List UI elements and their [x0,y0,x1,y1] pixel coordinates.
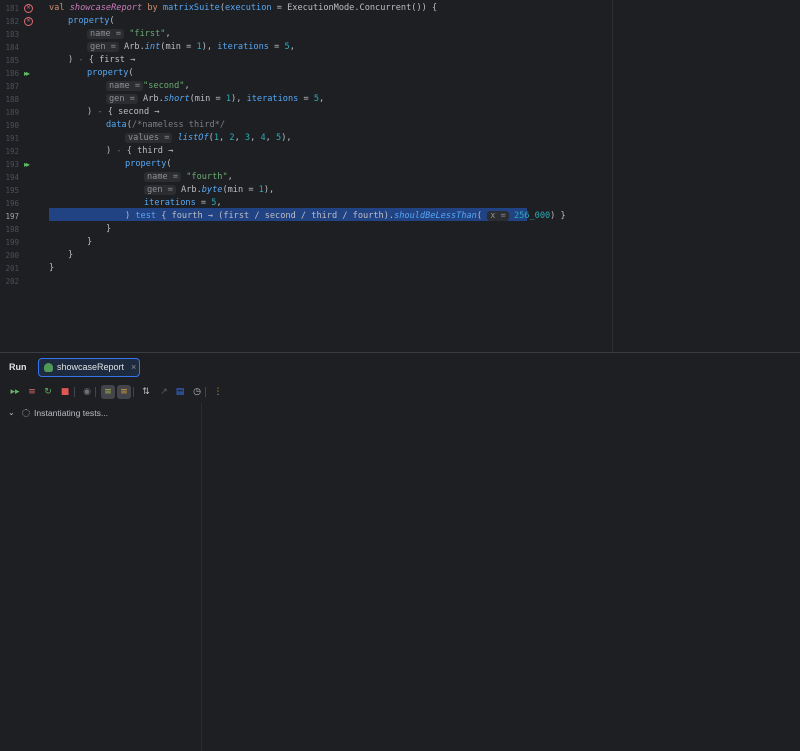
line-number: 198 [5,225,19,234]
code-line-183: name = "first", [87,28,171,41]
param-hint-gen: gen = [144,185,176,195]
line-number: 197 [5,212,19,221]
import-tests-icon[interactable]: ↗ [157,385,171,399]
run-tool-window: Run showcaseReport × ▸▸ ≡ ↻ ■ ◉ ≡ ≡ ⇅ ↗ ▤ ◷ ⋮ ⌄ Ins… [0,353,800,751]
line-number: 189 [5,108,19,117]
line-number: 185 [5,56,19,65]
toolbar-separator [95,387,96,397]
code-line-200: } [68,250,74,260]
code-line-189: ) - { second → [87,107,160,117]
more-options-icon[interactable]: ⋮ [211,385,225,399]
tab-showcase-report[interactable]: showcaseReport × [38,358,140,377]
line-number: 192 [5,147,19,156]
param-hint-gen: gen = [87,42,119,52]
toolbar-separator [133,387,134,397]
rerun-failed-icon[interactable]: ≡ [25,385,39,399]
show-passed-icon[interactable]: ◉ [80,385,94,399]
error-circle-icon[interactable]: × [24,4,33,13]
line-number: 184 [5,43,19,52]
param-hint-values: values = [125,133,173,143]
code-line-198: } [106,224,112,234]
toolbar-separator [74,387,75,397]
code-line-195: gen = Arb.byte(min = 1), [144,184,274,197]
code-line-182: property( [68,16,115,26]
code-line-188: gen = Arb.short(min = 1), iterations = 5… [106,93,324,106]
toggle-auto-test-icon[interactable]: ↻ [41,385,55,399]
stop-icon[interactable]: ■ [58,385,72,399]
code-line-194: name = "fourth", [144,171,233,184]
line-number: 181 [5,4,19,13]
code-line-199: } [87,237,93,247]
line-number: 201 [5,264,19,273]
kotest-icon [44,363,53,372]
tab-label: showcaseReport [57,362,125,372]
run-tests-icon[interactable]: ▸▸ [24,160,33,169]
sort-alphabetically-icon[interactable]: ≡ [117,385,131,399]
param-hint-name: name = [144,172,182,182]
code-line-181: val showcaseReport by matrixSuite(execut… [49,3,438,13]
code-line-185: ) - { first → [68,55,136,65]
param-hint-name: name = [106,81,144,91]
param-hint-name: name = [87,29,125,39]
code-line-193: property( [125,159,172,169]
code-editor[interactable]: 181 182 183 184 185 186 187 188 189 190 191 192 193 1… [0,0,800,352]
sort-by-duration-icon[interactable]: ⇅ [139,385,153,399]
line-number: 200 [5,251,19,260]
editor-gutter: 181 182 183 184 185 186 187 188 189 190 191 192 193 1… [0,0,46,352]
line-number: 194 [5,173,19,182]
loading-spinner-icon [22,409,30,417]
line-number: 202 [5,277,19,286]
close-icon[interactable]: × [131,362,136,372]
param-hint-gen: gen = [106,94,138,104]
line-number: 195 [5,186,19,195]
code-line-201: } [49,263,55,273]
show-ignored-icon[interactable]: ≡ [101,385,115,399]
right-margin-guide [612,0,613,352]
code-line-192: ) - { third → [106,146,174,156]
line-number: 182 [5,17,19,26]
line-number: 188 [5,95,19,104]
history-icon[interactable]: ◷ [190,385,204,399]
code-line-186: property( [87,68,134,78]
line-number: 196 [5,199,19,208]
code-line-196: iterations = 5, [144,198,222,208]
param-hint-x: x = [487,211,509,221]
export-tests-icon[interactable]: ▤ [173,385,187,399]
line-number: 186 [5,69,19,78]
toolbar-separator [205,387,206,397]
tree-root-label: Instantiating tests... [34,408,109,418]
line-number: 183 [5,30,19,39]
code-line-190: data(/*nameless third*/ [106,120,226,130]
line-number: 190 [5,121,19,130]
code-line-184: gen = Arb.int(min = 1), iterations = 5, [87,41,295,54]
rerun-all-icon[interactable]: ▸▸ [8,385,22,399]
line-number: 187 [5,82,19,91]
run-tests-icon[interactable]: ▸▸ [24,69,33,78]
line-number: 191 [5,134,19,143]
code-line-187: name = "second", [106,80,190,93]
chevron-down-icon[interactable]: ⌄ [8,408,15,417]
line-number: 199 [5,238,19,247]
run-window-title: Run [9,362,27,372]
test-tree[interactable]: ⌄ Instantiating tests... [0,403,201,751]
code-line-191: values = listOf(1, 2, 3, 4, 5), [125,132,292,145]
run-toolbar: ▸▸ ≡ ↻ ■ ◉ ≡ ≡ ⇅ ↗ ▤ ◷ ⋮ [0,383,800,401]
error-circle-icon[interactable]: × [24,17,33,26]
console-output[interactable] [202,403,800,751]
code-line-197: ) test { fourth → (first / second / thir… [125,211,566,221]
line-number: 193 [5,160,19,169]
